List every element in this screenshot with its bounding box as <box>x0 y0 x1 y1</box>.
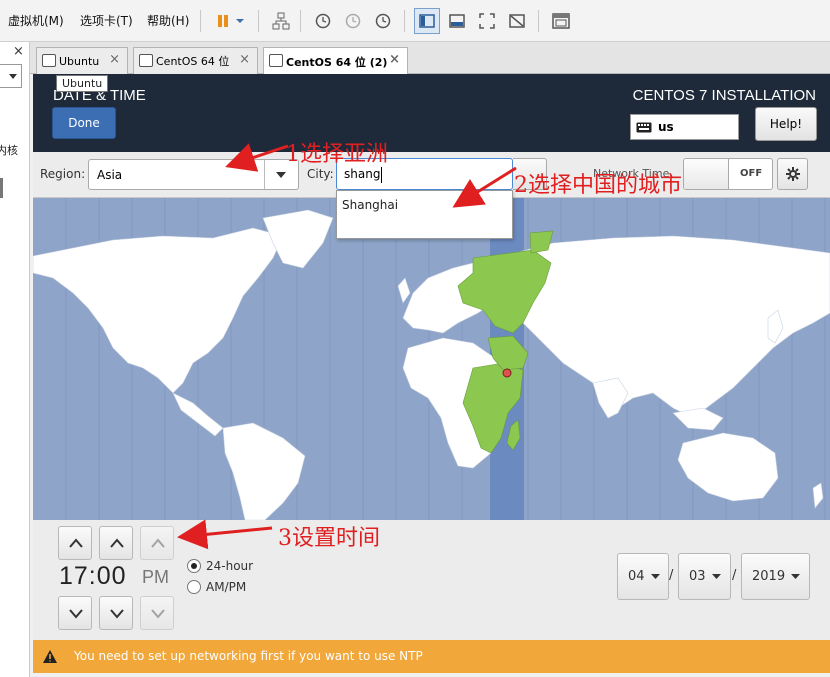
region-combo[interactable]: Asia <box>88 159 299 190</box>
annotation-step2: 2选择中国的城市 <box>514 173 682 198</box>
chevron-down-icon[interactable] <box>232 8 248 34</box>
day-value: 03 <box>689 569 706 584</box>
city-suggestion-popup: Shanghai <box>336 190 513 239</box>
region-label: Region: <box>40 167 86 181</box>
timezone-map[interactable] <box>33 198 830 520</box>
chevron-down-icon <box>791 573 801 579</box>
chevron-down-icon <box>650 573 660 579</box>
ntp-warning-bar: You need to set up networking first if y… <box>33 640 830 673</box>
year-select[interactable]: 2019 <box>741 553 810 600</box>
preferences-icon[interactable] <box>548 8 574 34</box>
format-24h-label: 24-hour <box>206 559 254 573</box>
menu-help[interactable]: 帮助(H) <box>147 12 189 29</box>
unity-mode-icon[interactable] <box>504 8 530 34</box>
snapshot-icon[interactable] <box>310 8 336 34</box>
close-icon[interactable]: × <box>109 52 120 67</box>
vm-icon <box>139 54 153 67</box>
console-view-icon[interactable] <box>414 8 440 34</box>
vm-tab-bar: Ubuntu × CentOS 64 位 × CentOS 64 位 (2) × <box>30 42 830 75</box>
close-icon[interactable]: × <box>239 52 250 67</box>
gear-icon <box>785 167 800 181</box>
format-ampm-label: AM/PM <box>206 580 247 594</box>
menu-vm[interactable]: 虚拟机(M) <box>8 12 64 29</box>
close-icon[interactable]: × <box>389 52 400 67</box>
network-time-state: OFF <box>740 168 763 179</box>
keyboard-layout-indicator[interactable]: us <box>630 114 739 140</box>
time-display: 17:00 <box>59 562 127 590</box>
chevron-down-icon <box>711 573 721 579</box>
installer-title: CENTOS 7 INSTALLATION <box>632 87 816 104</box>
day-select[interactable]: 03 <box>678 553 731 600</box>
ampm-down-button[interactable] <box>140 596 174 630</box>
tab-tooltip: Ubuntu <box>56 75 109 92</box>
timezone-location-marker <box>502 368 512 378</box>
region-value: Asia <box>97 168 123 182</box>
city-input-value: shang <box>344 167 381 181</box>
sidebar-partial-text: 内核 <box>0 144 18 157</box>
date-separator: / <box>669 568 674 583</box>
thumbnail-view-icon[interactable] <box>444 8 470 34</box>
done-button[interactable]: Done <box>52 107 116 139</box>
snapshot-restore-icon[interactable] <box>340 8 366 34</box>
network-icon[interactable] <box>268 8 294 34</box>
help-button[interactable]: Help! <box>755 107 817 141</box>
tab-centos-2[interactable]: CentOS 64 位 (2) × <box>263 47 408 75</box>
tab-centos[interactable]: CentOS 64 位 × <box>133 47 258 74</box>
close-icon[interactable]: × <box>13 44 24 59</box>
minute-up-button[interactable] <box>99 526 133 560</box>
month-select[interactable]: 04 <box>617 553 669 600</box>
tab-label: CentOS 64 位 <box>156 55 230 68</box>
installer-header: DATE & TIME Done CENTOS 7 INSTALLATION u… <box>33 74 830 152</box>
snapshot-manager-icon[interactable] <box>370 8 396 34</box>
fullscreen-icon[interactable] <box>474 8 500 34</box>
ampm-display: PM <box>142 567 169 587</box>
network-time-switch[interactable]: OFF <box>683 158 773 190</box>
date-separator: / <box>732 568 737 583</box>
warning-icon <box>43 650 57 663</box>
chevron-down-icon <box>276 172 286 178</box>
library-sidebar: × 内核 <box>0 42 30 677</box>
annotation-step1: 1选择亚洲 <box>286 142 388 167</box>
vm-icon <box>269 54 283 67</box>
keyboard-layout-label: us <box>658 120 674 134</box>
city-label: City: <box>307 167 334 181</box>
ntp-config-button[interactable] <box>777 158 808 190</box>
tab-ubuntu[interactable]: Ubuntu × <box>36 47 128 74</box>
sidebar-marker <box>0 178 3 198</box>
year-value: 2019 <box>752 569 786 584</box>
hour-up-button[interactable] <box>58 526 92 560</box>
format-ampm-radio[interactable] <box>187 580 201 594</box>
month-value: 04 <box>628 569 645 584</box>
tab-label: Ubuntu <box>59 54 100 68</box>
city-suggestion-shanghai[interactable]: Shanghai <box>342 198 398 212</box>
vmware-menubar: 虚拟机(M) 选项卡(T) 帮助(H) <box>0 0 830 42</box>
ampm-up-button[interactable] <box>140 526 174 560</box>
hour-down-button[interactable] <box>58 596 92 630</box>
minute-down-button[interactable] <box>99 596 133 630</box>
tab-label: CentOS 64 位 (2) <box>286 55 388 69</box>
vm-icon <box>42 54 56 67</box>
warning-text: You need to set up networking first if y… <box>74 649 423 663</box>
menu-tabs[interactable]: 选项卡(T) <box>80 12 133 29</box>
format-24h-radio[interactable] <box>187 559 201 573</box>
annotation-step3: 3设置时间 <box>278 526 380 551</box>
library-dropdown[interactable] <box>0 64 22 88</box>
keyboard-icon <box>636 122 652 132</box>
